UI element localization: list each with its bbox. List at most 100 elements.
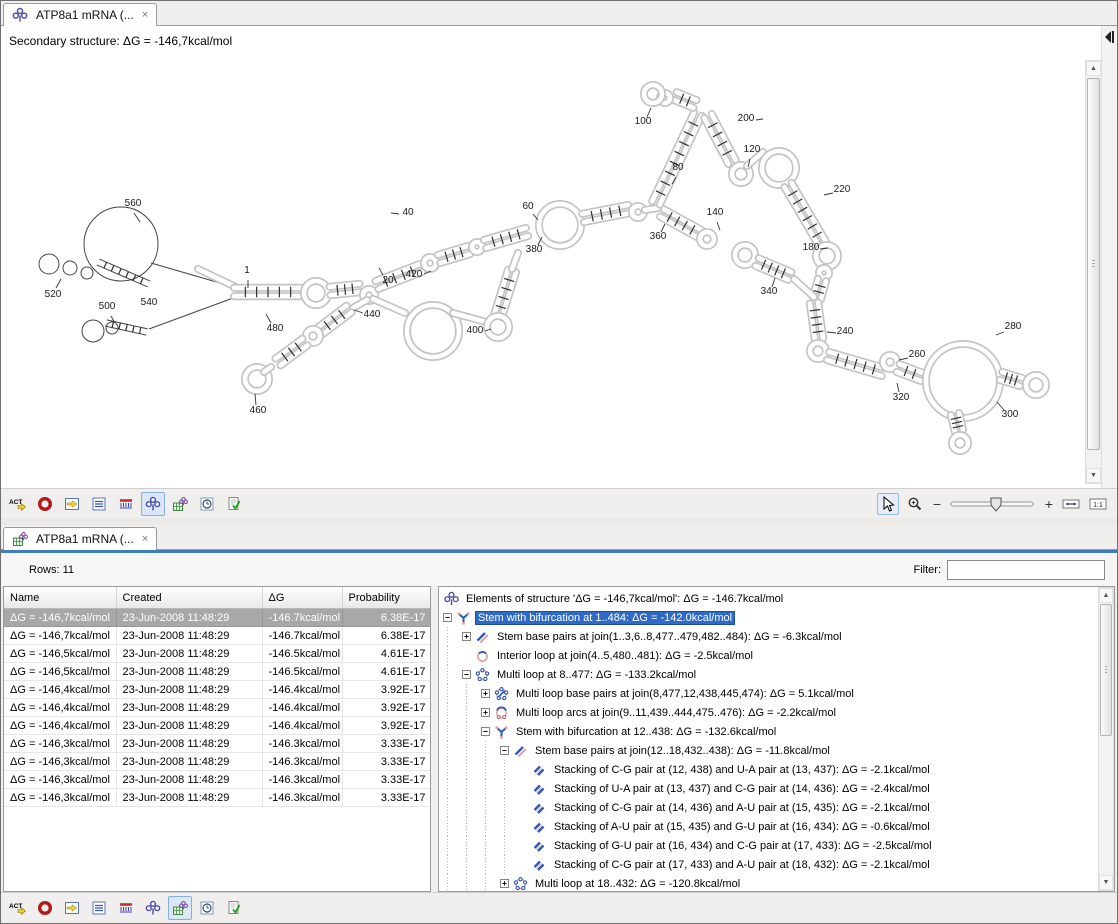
zoom-tool-icon[interactable] [904,493,926,515]
tree-item[interactable]: Stacking of G-U pair at (16, 434) and C-… [443,836,1098,855]
tree-item[interactable]: Interior loop at join(4..5,480..481): ΔG… [443,646,1098,665]
tab-structure-view[interactable]: ATP8a1 mRNA (... × [3,3,157,26]
toolbar-button-structure-table-view[interactable] [168,896,192,920]
table-row[interactable]: ΔG = -146,4kcal/mol23-Jun-2008 11:48:29-… [4,681,431,699]
position-label: 120 [744,144,761,155]
toolbar-button-element-info-view[interactable] [222,492,246,516]
toolbar-button-graphical-ruler-view[interactable] [114,896,138,920]
structure-table-view-icon [172,496,188,512]
table-row[interactable]: ΔG = -146,7kcal/mol23-Jun-2008 11:48:29-… [4,627,431,645]
tree-item-label: Stem base pairs at join(12..18,432..438)… [532,744,833,758]
tree-item[interactable]: Stacking of C-G pair at (17, 433) and A-… [443,855,1098,874]
tree-guide [462,722,481,741]
tree-item[interactable]: −Multi loop at 8..477: ΔG = -133.2kcal/m… [443,665,1098,684]
toolbar-button-graphical-ruler-view[interactable] [114,492,138,516]
table-row[interactable]: ΔG = -146,3kcal/mol23-Jun-2008 11:48:29-… [4,771,431,789]
table-row[interactable]: ΔG = -146,3kcal/mol23-Jun-2008 11:48:29-… [4,735,431,753]
tree-vertical-scrollbar[interactable]: ▲ ▼ [1098,587,1114,891]
circular-view-icon [37,496,53,512]
zoom-out-button[interactable]: − [931,496,943,512]
table-row[interactable]: ΔG = -146,3kcal/mol23-Jun-2008 11:48:29-… [4,753,431,771]
table-filter-row: Rows: 11 Filter: [1,553,1117,586]
tree-item[interactable]: −Stem with bifurcation at 1..484: ΔG = -… [443,608,1098,627]
zoom-slider[interactable] [948,495,1038,513]
tree-item[interactable]: Stacking of C-G pair at (12, 438) and U-… [443,760,1098,779]
toolbar-button-history-view[interactable] [195,896,219,920]
tree-guide [443,779,462,798]
tree-guide [462,779,481,798]
table-row[interactable]: ΔG = -146,5kcal/mol23-Jun-2008 11:48:29-… [4,645,431,663]
tree-expander-minus-icon[interactable]: − [481,727,490,736]
toolbar-button-annotation-arrow-view[interactable] [60,896,84,920]
scrollbar-thumb[interactable] [1087,78,1100,450]
tree-expander-plus-icon[interactable]: + [481,689,490,698]
scroll-down-icon[interactable]: ▼ [1099,875,1113,890]
tab-close-icon[interactable]: × [142,533,148,545]
zoom-controls: − + 1:1 [877,493,1117,515]
toolbar-button-circular-view[interactable] [33,896,57,920]
table-row[interactable]: ΔG = -146,7kcal/mol23-Jun-2008 11:48:29-… [4,609,431,627]
tree-expander-minus-icon[interactable]: − [462,670,471,679]
toolbar-button-sequence-view[interactable]: ACT [6,492,30,516]
scrollbar-thumb[interactable] [1100,604,1112,736]
toolbar-button-circular-view[interactable] [33,492,57,516]
tree-expander-plus-icon[interactable]: + [481,708,490,717]
fit-width-icon[interactable] [1060,493,1082,515]
column-header-created[interactable]: Created [116,587,262,609]
vertical-scrollbar[interactable]: ▲ ▼ [1085,60,1102,484]
tree-item[interactable]: Elements of structure 'ΔG = -146,7kcal/m… [443,589,1098,608]
tree-item[interactable]: +Multi loop at 18..432: ΔG = -120.8kcal/… [443,874,1098,891]
toolbar-button-secondary-structure-view[interactable] [141,896,165,920]
tree-expander-plus-icon[interactable]: + [500,879,509,888]
table-row[interactable]: ΔG = -146,3kcal/mol23-Jun-2008 11:48:29-… [4,789,431,807]
position-label: 360 [650,231,667,242]
position-label: 60 [522,201,534,212]
scroll-down-icon[interactable]: ▼ [1086,468,1101,483]
tree-item[interactable]: − Stem base pairs at join(12..18,432..438… [443,741,1098,760]
tree-guide [462,684,481,703]
toolbar-button-structure-table-view[interactable] [168,492,192,516]
tree-expander-minus-icon[interactable]: − [443,613,452,622]
scroll-up-icon[interactable]: ▲ [1086,61,1101,76]
selection-cursor-icon[interactable] [877,493,899,515]
tree-item[interactable]: Stacking of A-U pair at (15, 435) and G-… [443,817,1098,836]
filter-input[interactable] [947,560,1105,580]
table-cell: 4.61E-17 [342,663,431,681]
panel-splitter[interactable] [1,518,1117,525]
tree-item[interactable]: +Multi loop arcs at join(9..11,439..444,… [443,703,1098,722]
column-header-name[interactable]: Name [4,587,116,609]
table-cell: ΔG = -146,5kcal/mol [4,645,116,663]
toolbar-button-text-view[interactable] [87,896,111,920]
tree-expander-plus-icon[interactable]: + [462,632,471,641]
zoom-in-button[interactable]: + [1043,496,1055,512]
tree-item[interactable]: −Stem with bifurcation at 12..438: ΔG = … [443,722,1098,741]
toolbar-button-element-info-view[interactable] [222,896,246,920]
tree-item[interactable]: Stacking of U-A pair at (13, 437) and C-… [443,779,1098,798]
tab-close-icon[interactable]: × [142,9,148,21]
side-panel-collapse-icon[interactable] [1103,29,1116,45]
toolbar-button-history-view[interactable] [195,492,219,516]
column-header-probability[interactable]: Probability [342,587,431,609]
tree-item[interactable]: Stacking of C-G pair at (14, 436) and A-… [443,798,1098,817]
tree-item[interactable]: +Stem base pairs at join(1..3,6..8,477..… [443,627,1098,646]
toolbar-button-text-view[interactable] [87,492,111,516]
tree-guide [481,741,500,760]
zoom-100-icon[interactable]: 1:1 [1087,493,1109,515]
tree-leaf-stub [519,784,528,793]
circular-view-icon [37,900,53,916]
table-row[interactable]: ΔG = -146,4kcal/mol23-Jun-2008 11:48:29-… [4,699,431,717]
tab-structure-table[interactable]: ATP8a1 mRNA (... × [3,527,157,550]
tree-guide [500,836,519,855]
tree-expander-minus-icon[interactable]: − [500,746,509,755]
toolbar-button-sequence-view[interactable]: ACT [6,896,30,920]
toolbar-button-annotation-arrow-view[interactable] [60,492,84,516]
table-tree-splitter[interactable] [431,586,438,892]
scroll-up-icon[interactable]: ▲ [1099,588,1113,603]
tree-leaf-stub [462,651,471,660]
tree-item[interactable]: +Multi loop base pairs at join(8,477,12,… [443,684,1098,703]
table-row[interactable]: ΔG = -146,5kcal/mol23-Jun-2008 11:48:29-… [4,663,431,681]
table-row[interactable]: ΔG = -146,4kcal/mol23-Jun-2008 11:48:29-… [4,717,431,735]
toolbar-button-secondary-structure-view[interactable] [141,492,165,516]
history-view-icon [199,496,215,512]
column-header--g[interactable]: ΔG [262,587,342,609]
